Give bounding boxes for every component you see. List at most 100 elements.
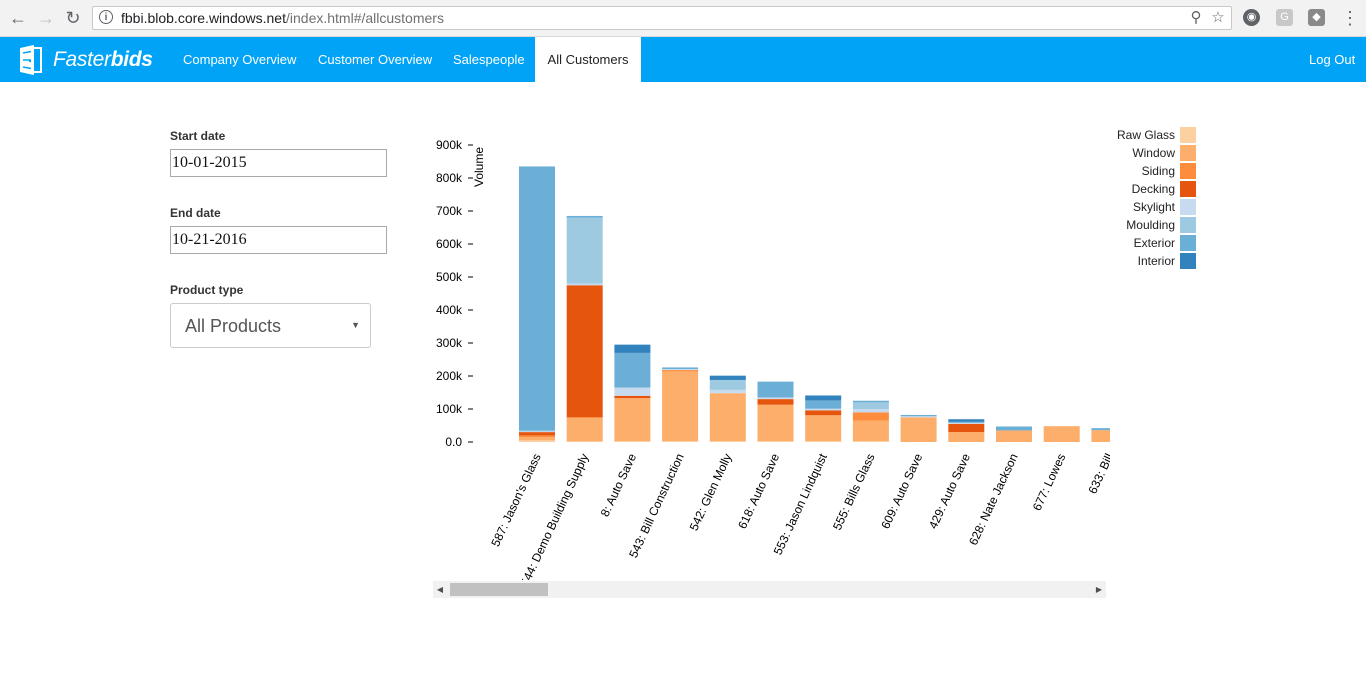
bar-segment: [614, 395, 651, 399]
legend-item: Moulding: [1126, 217, 1196, 233]
x-tick-label: 628: Nate Jackson: [966, 451, 1021, 547]
legend-swatch: [1180, 235, 1196, 251]
chart-horizontal-scrollbar[interactable]: ◀ ▶: [433, 581, 1106, 598]
y-tick-label: 800k: [436, 171, 463, 185]
bar-segment: [709, 389, 746, 394]
bar-segment: [709, 441, 746, 442]
nav-salespeople[interactable]: Salespeople: [453, 37, 525, 82]
bar-segment: [614, 441, 651, 442]
bar-segment: [519, 431, 555, 433]
x-tick-label: 542: Glen Molly: [687, 451, 735, 532]
scroll-left-icon[interactable]: ◀: [433, 581, 447, 598]
x-tick-label: 555: Bills Glass: [830, 451, 878, 532]
bar-segment: [709, 375, 746, 380]
start-date-label: Start date: [170, 129, 226, 143]
y-tick-label: 600k: [436, 237, 463, 251]
bar-segment: [852, 420, 889, 442]
end-date-label: End date: [170, 206, 221, 220]
legend-item: Skylight: [1133, 199, 1196, 215]
bar-segment: [566, 285, 603, 418]
bar-segment: [1091, 430, 1110, 442]
bar-segment: [948, 421, 985, 423]
nav-company-overview[interactable]: Company Overview: [183, 37, 296, 82]
product-type-value: All Products: [185, 316, 282, 336]
bar-segment: [662, 370, 699, 372]
legend-label: Decking: [1131, 182, 1175, 196]
app-navbar: Fasterbids Company Overview Customer Ove…: [0, 37, 1366, 82]
bar-segment: [996, 430, 1032, 442]
bar-segment: [614, 387, 651, 396]
extension-g-icon[interactable]: G: [1276, 9, 1293, 26]
back-icon[interactable]: ←: [8, 8, 28, 28]
legend-swatch: [1180, 199, 1196, 215]
scroll-right-icon[interactable]: ▶: [1092, 581, 1106, 598]
bar-segment: [948, 419, 985, 422]
bar-segment: [614, 344, 651, 353]
x-tick-label: 543: Bill Construction: [626, 451, 687, 560]
legend-label: Interior: [1137, 254, 1175, 268]
product-type-label: Product type: [170, 283, 244, 297]
bar-segment: [757, 404, 794, 442]
bar-segment: [709, 379, 746, 390]
logout-link[interactable]: Log Out: [1309, 37, 1355, 82]
brand-name: Fasterbids: [53, 48, 153, 71]
info-icon[interactable]: i: [99, 10, 113, 24]
y-tick-label: 900k: [436, 138, 463, 152]
end-date-input[interactable]: 10-21-2016: [170, 226, 387, 254]
legend-label: Siding: [1141, 164, 1175, 178]
bar-segment: [519, 432, 555, 436]
legend-swatch: [1180, 181, 1196, 197]
legend-item: Window: [1132, 145, 1196, 161]
bar-segment: [519, 166, 555, 431]
y-tick-label: 400k: [436, 303, 463, 317]
bar-segment: [805, 415, 842, 442]
legend-swatch: [1180, 217, 1196, 233]
x-tick-label: 8: Auto Save: [598, 451, 640, 519]
legend-label: Exterior: [1133, 236, 1175, 250]
url-text: fbbi.blob.core.windows.net/index.html#/a…: [121, 10, 444, 26]
start-date-input[interactable]: 10-01-2015: [170, 149, 387, 177]
scrollbar-thumb[interactable]: [450, 583, 548, 596]
bar-segment: [614, 352, 651, 388]
bar-segment: [662, 369, 699, 371]
legend-swatch: [1180, 145, 1196, 161]
bar-segment: [757, 399, 794, 405]
bar-segment: [852, 402, 889, 409]
bar-segment: [566, 283, 603, 286]
bar-segment: [852, 412, 889, 421]
legend-label: Window: [1132, 146, 1175, 160]
bar-segment: [852, 400, 889, 403]
forward-icon[interactable]: →: [36, 8, 56, 28]
bar-segment: [1043, 426, 1080, 442]
menu-kebab-icon[interactable]: ⋮: [1340, 8, 1360, 28]
browser-toolbar: ← → ↻ i fbbi.blob.core.windows.net/index…: [0, 0, 1366, 37]
nav-all-customers[interactable]: All Customers: [535, 37, 641, 82]
y-tick-label: 300k: [436, 336, 463, 350]
bar-segment: [1091, 428, 1110, 431]
legend-label: Skylight: [1132, 200, 1175, 214]
bar-segment: [519, 437, 555, 441]
y-axis-label: Volume: [472, 147, 486, 187]
legend-item: Exterior: [1134, 235, 1196, 251]
nav-customer-overview[interactable]: Customer Overview: [318, 37, 432, 82]
brand-logo[interactable]: Fasterbids: [14, 44, 153, 76]
x-tick-label: 633: Bill: [1085, 451, 1110, 496]
reload-icon[interactable]: ↻: [63, 8, 83, 28]
legend-swatch: [1180, 253, 1196, 269]
product-type-select[interactable]: All Products ▼: [170, 303, 371, 348]
extension-shield-icon[interactable]: ◆: [1308, 9, 1325, 26]
bar-segment: [805, 410, 842, 416]
bar-segment: [852, 441, 889, 442]
x-tick-label: 677: Lowes: [1030, 451, 1069, 513]
chart-svg: 0.0 100k 200k 300k 400k 500k 600k 700k 800k 900k V…: [436, 138, 1110, 580]
bar-segment: [662, 367, 699, 370]
bar-segment: [900, 416, 937, 418]
bar-segment: [948, 422, 985, 424]
address-bar[interactable]: i fbbi.blob.core.windows.net/index.html#…: [92, 6, 1232, 30]
bar-segment: [900, 417, 937, 442]
extension-globe-icon[interactable]: ◉: [1243, 9, 1260, 26]
legend-label: Moulding: [1126, 218, 1175, 232]
bookmark-star-icon[interactable]: ☆: [1209, 9, 1227, 27]
bar-segment: [757, 381, 794, 398]
zoom-icon[interactable]: ⚲: [1187, 9, 1205, 27]
